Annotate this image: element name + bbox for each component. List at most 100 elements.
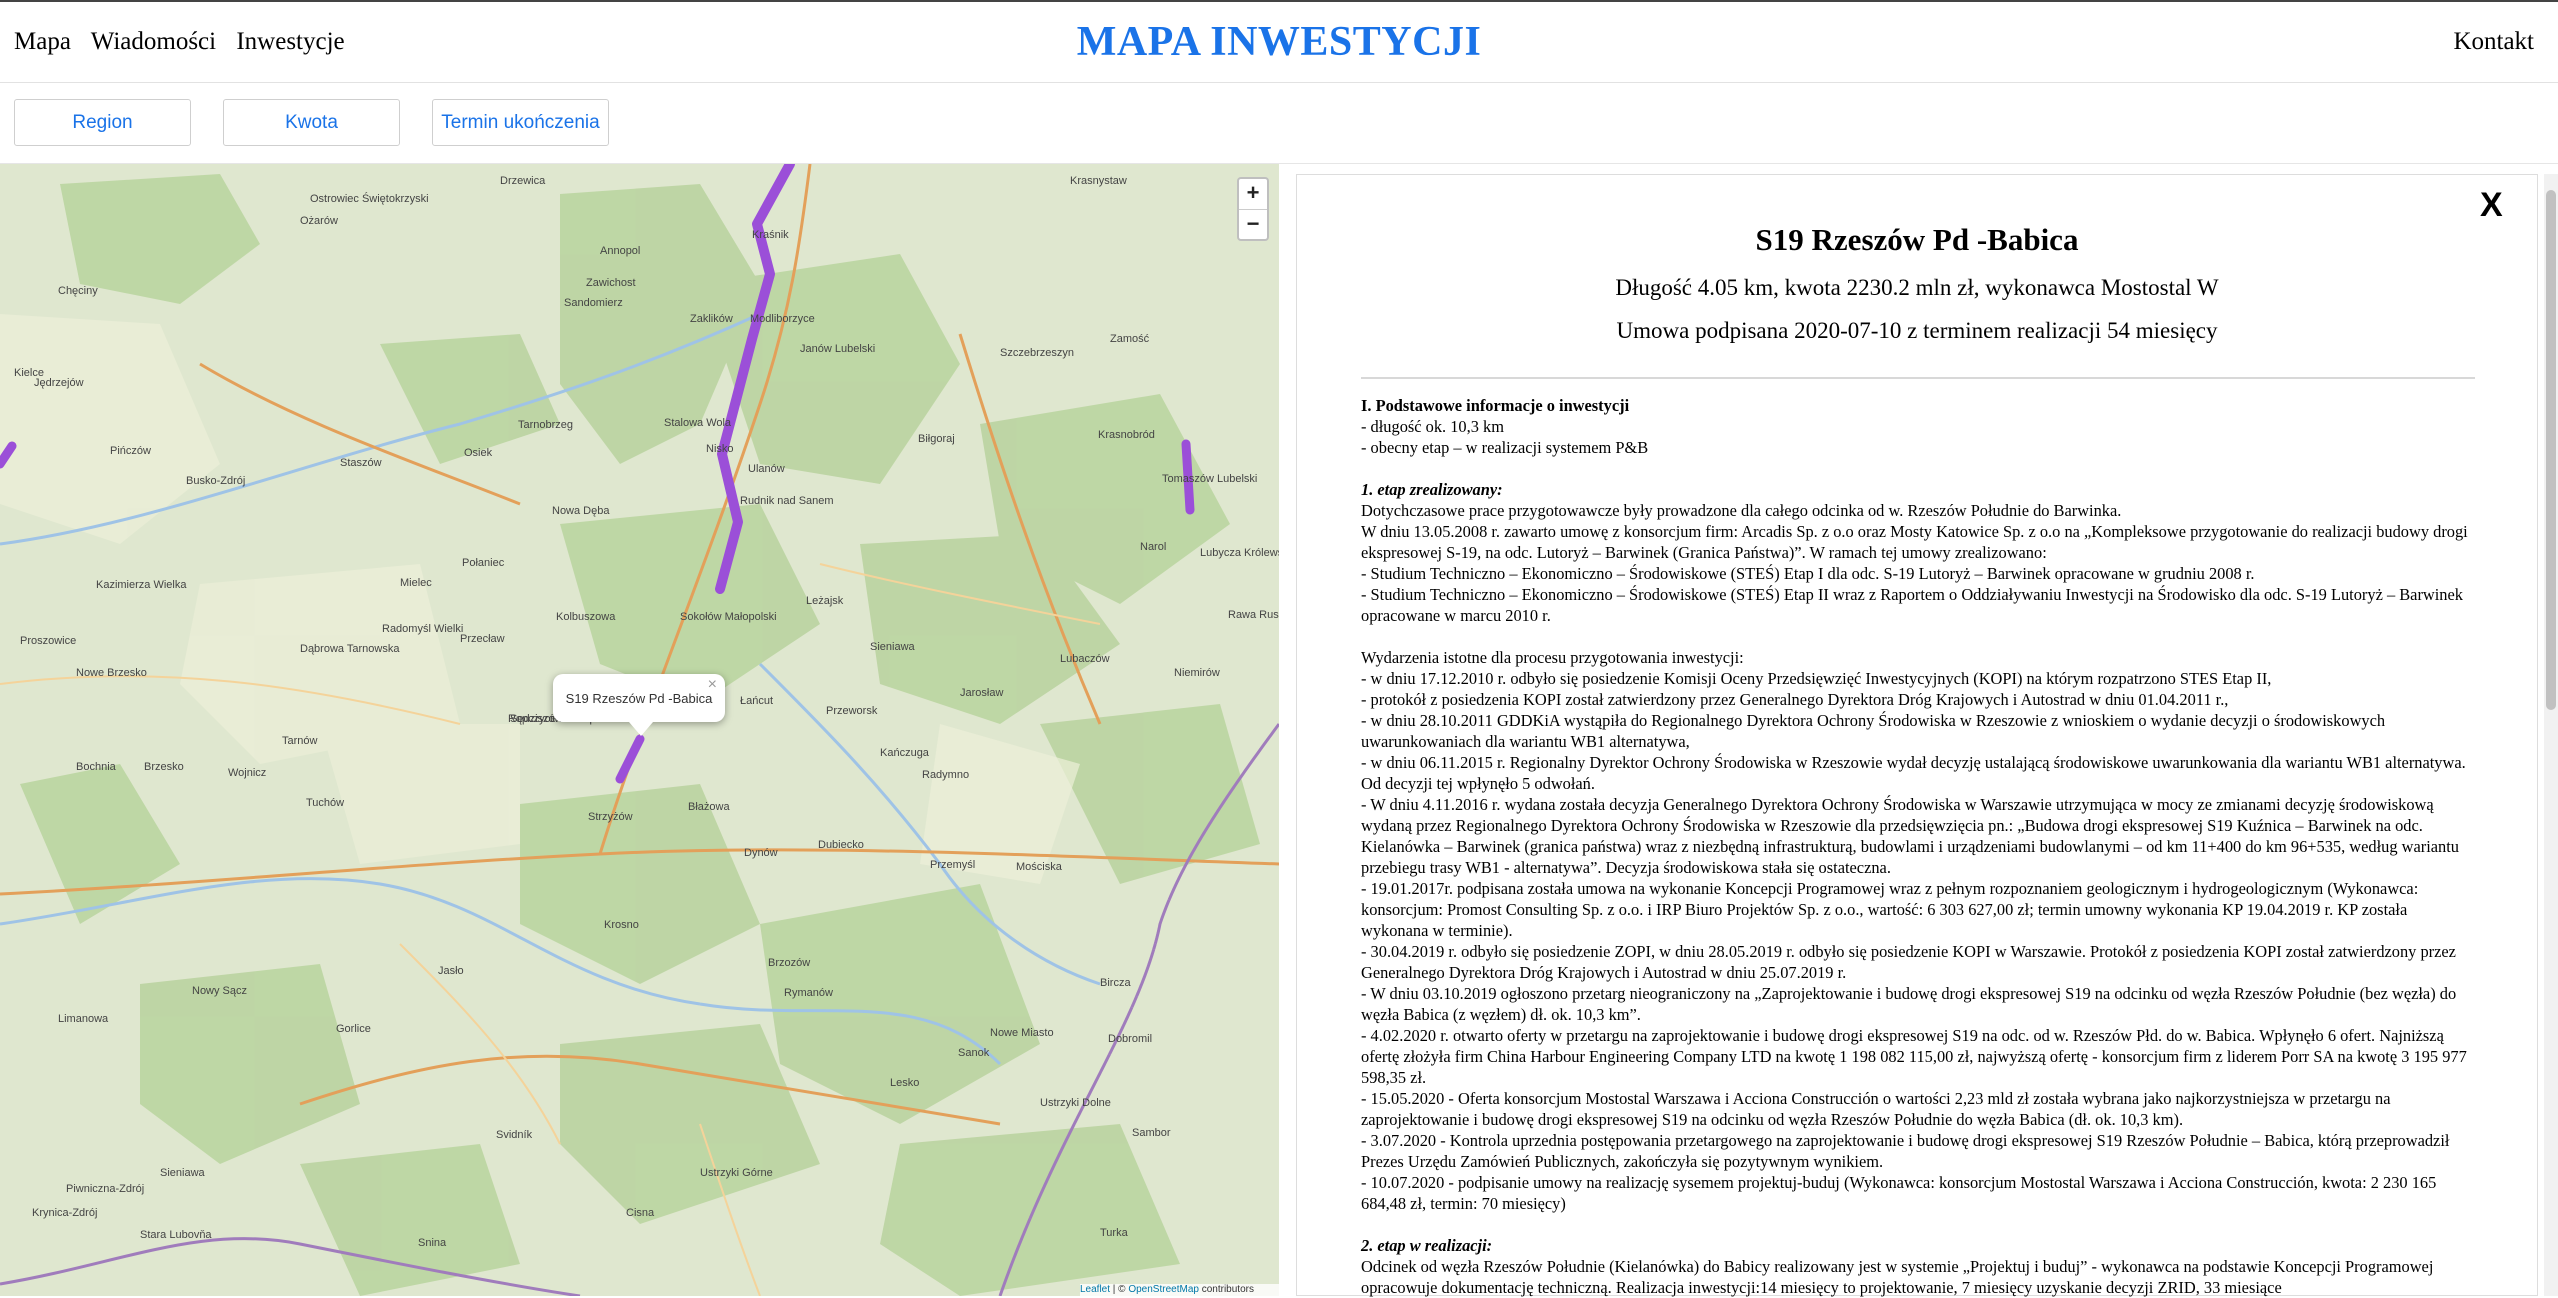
map-place-label: Kańczuga xyxy=(880,747,930,759)
event-line: - 19.01.2017r. podpisana została umowa n… xyxy=(1361,879,2419,940)
map-place-label: Sieniawa xyxy=(870,641,916,653)
map-place-label: Sandomierz xyxy=(564,297,623,309)
map-place-label: Tarnobrzeg xyxy=(518,419,573,431)
map-place-label: Jarosław xyxy=(960,687,1003,699)
panel-scrollbar-thumb[interactable] xyxy=(2546,190,2556,710)
map-place-label: Turka xyxy=(1100,1227,1129,1239)
map-place-label: Nowe Brzesko xyxy=(76,667,147,679)
map-place-label: Kielce xyxy=(14,367,44,379)
map-place-label: Rymanów xyxy=(784,987,833,999)
section1-line: - długość ok. 10,3 km xyxy=(1361,417,1504,436)
top-navbar: Mapa Wiadomości Inwestycje MAPA INWESTYC… xyxy=(0,0,2558,83)
event-line: - W dniu 4.11.2016 r. wydana została dec… xyxy=(1361,795,2459,877)
map-place-label: Chęciny xyxy=(58,285,98,297)
map-place-label: Ustrzyki Dolne xyxy=(1040,1097,1111,1109)
event-line: - 4.02.2020 r. otwarto oferty w przetarg… xyxy=(1361,1026,2467,1087)
map-place-label: Sokołów Małopolski xyxy=(680,611,777,623)
investment-summary: Długość 4.05 km, kwota 2230.2 mln zł, wy… xyxy=(1615,275,2219,300)
map-place-label: Brzesko xyxy=(144,761,184,773)
map-place-label: Zaklików xyxy=(690,313,733,325)
map-place-label: Annopol xyxy=(600,245,640,257)
map-place-label: Dobromil xyxy=(1108,1033,1152,1045)
close-panel-button[interactable]: X xyxy=(2480,186,2503,225)
investment-contract: Umowa podpisana 2020-07-10 z terminem re… xyxy=(1616,318,2218,343)
event-line: - 10.07.2020 - podpisanie umowy na reali… xyxy=(1361,1173,2437,1213)
map-place-label: Cisna xyxy=(626,1207,655,1219)
event-line: - 15.05.2020 - Oferta konsorcjum Mostost… xyxy=(1361,1089,2391,1129)
map-place-label: Niemirów xyxy=(1174,667,1220,679)
map-place-label: Snina xyxy=(418,1237,447,1249)
map-place-label: Stara Lubovňa xyxy=(140,1229,212,1241)
map-place-label: Drzewica xyxy=(500,175,546,187)
map-place-label: Mielec xyxy=(400,577,432,589)
map-place-label: Stalowa Wola xyxy=(664,417,732,429)
map-place-label: Staszów xyxy=(340,457,382,469)
nav-link-kontakt[interactable]: Kontakt xyxy=(2453,28,2534,56)
site-brand[interactable]: MAPA INWESTYCJI xyxy=(0,18,2558,66)
map-place-label: Kraśnik xyxy=(752,229,789,241)
events-heading: Wydarzenia istotne dla procesu przygotow… xyxy=(1361,648,1744,667)
map-place-label: Ostrowiec Świętokrzyski xyxy=(310,192,429,205)
attribution-tail: contributors xyxy=(1198,1284,1254,1295)
section1-line: - obecny etap – w realizacji systemem P&… xyxy=(1361,438,1649,457)
filter-region-button[interactable]: Region xyxy=(14,99,191,146)
popup-close-icon[interactable]: × xyxy=(708,676,717,694)
map-place-label: Błażowa xyxy=(688,801,730,813)
event-line: - 3.07.2020 - Kontrola uprzednia postępo… xyxy=(1361,1131,2450,1171)
map-place-label: Nowa Dęba xyxy=(552,505,610,517)
event-line: - w dniu 17.12.2010 r. odbyło się posied… xyxy=(1361,669,2272,688)
zoom-in-button[interactable]: + xyxy=(1239,179,1267,210)
map-popup: S19 Rzeszów Pd -Babica × xyxy=(553,674,725,736)
map-place-label: Pińczów xyxy=(110,445,151,457)
map-place-label: Dąbrowa Tarnowska xyxy=(300,643,400,655)
map-place-label: Biłgoraj xyxy=(918,433,955,445)
map-place-label: Gorlice xyxy=(336,1023,371,1035)
map-place-label: Lubycza Królewska xyxy=(1200,547,1279,559)
map-place-label: Tarnów xyxy=(282,735,318,747)
stage1-heading: 1. etap zrealizowany: xyxy=(1361,480,1503,499)
map-place-label: Sieniawa xyxy=(160,1167,206,1179)
map-place-label: Piwniczna-Zdrój xyxy=(66,1183,144,1195)
event-line: - 30.04.2019 r. odbyło się posiedzenie Z… xyxy=(1361,942,2456,982)
investment-map[interactable]: Drzewica Ostrowiec Świętokrzyski Ożarów Ann… xyxy=(0,164,1279,1296)
map-place-label: Wojnicz xyxy=(228,767,266,779)
map-place-label: Dynów xyxy=(744,847,778,859)
attribution-separator: | © xyxy=(1110,1284,1129,1295)
map-attribution: Leaflet | © OpenStreetMap contributors xyxy=(1080,1284,1279,1296)
event-line: - w dniu 06.11.2015 r. Regionalny Dyrekt… xyxy=(1361,753,2466,793)
map-place-label: Bochnia xyxy=(76,761,117,773)
map-place-label: Zawichost xyxy=(586,277,636,289)
map-place-label: Tuchów xyxy=(306,797,344,809)
map-place-label: Radomyśl Wielki xyxy=(382,623,463,635)
map-place-label: Narol xyxy=(1140,541,1166,553)
map-place-label: Dubiecko xyxy=(818,839,864,851)
map-place-label: Szczebrzeszyn xyxy=(1000,347,1074,359)
map-place-label: Przemyśl xyxy=(930,859,975,871)
map-place-label: Radymno xyxy=(922,769,969,781)
investment-title: S19 Rzeszów Pd -Babica xyxy=(1755,222,2079,257)
map-place-label: Nowe Miasto xyxy=(990,1027,1054,1039)
map-place-label: Nowy Sącz xyxy=(192,985,247,997)
attribution-osm-link[interactable]: OpenStreetMap xyxy=(1128,1284,1199,1295)
filter-kwota-button[interactable]: Kwota xyxy=(223,99,400,146)
map-place-label: Połaniec xyxy=(462,557,505,569)
map-place-label: Modliborzyce xyxy=(750,313,815,325)
map-place-label: Osiek xyxy=(464,447,493,459)
map-place-label: Nisko xyxy=(706,443,734,455)
route-s19-rzeszow-babica[interactable] xyxy=(615,734,645,784)
map-place-label: Lesko xyxy=(890,1077,919,1089)
event-line: - protokół z posiedzenia KOPI został zat… xyxy=(1361,690,2229,709)
stage1-line: Dotychczasowe prace przygotowawcze były … xyxy=(1361,501,2122,520)
popup-text: S19 Rzeszów Pd -Babica xyxy=(565,690,713,706)
map-place-label: Przecław xyxy=(460,633,505,645)
stage2-heading: 2. etap w realizacji: xyxy=(1361,1236,1493,1255)
map-place-label: Łańcut xyxy=(740,695,773,707)
zoom-out-button[interactable]: − xyxy=(1239,210,1267,240)
map-place-label: Busko-Zdrój xyxy=(186,475,245,487)
map-place-label: Mościska xyxy=(1016,861,1063,873)
event-line: - W dniu 03.10.2019 ogłoszono przetarg n… xyxy=(1361,984,2457,1024)
map-place-label: Rawa Ruska xyxy=(1228,609,1279,621)
attribution-leaflet-link[interactable]: Leaflet xyxy=(1080,1284,1110,1295)
filter-termin-button[interactable]: Termin ukończenia xyxy=(432,99,609,146)
map-place-label: Brzozów xyxy=(768,957,810,969)
